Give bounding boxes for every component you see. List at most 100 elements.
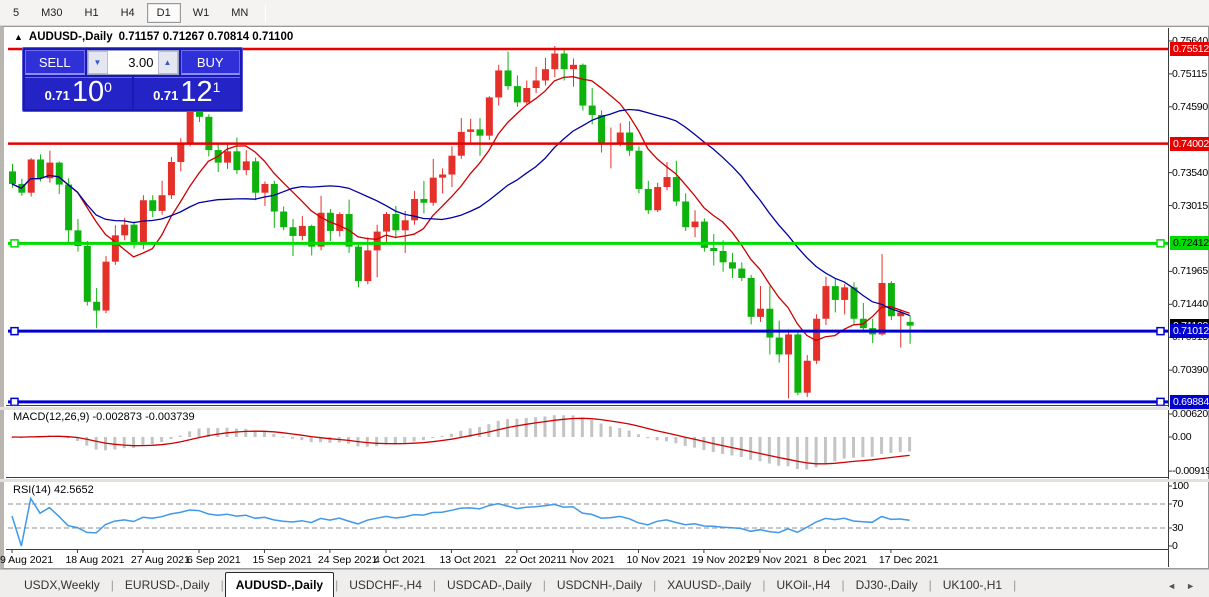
candle-body [589, 106, 596, 115]
tab-separator: | [220, 574, 225, 597]
macd-histogram-bar [880, 437, 883, 454]
candle-body [177, 144, 184, 162]
sell-price-box[interactable]: 0.71 10 0 [25, 77, 132, 109]
rsi-scale-label: 0 [1172, 540, 1178, 552]
candle-body [486, 97, 493, 135]
candle-body [261, 184, 268, 193]
candle-body [383, 214, 390, 232]
macd-histogram-bar [796, 437, 799, 469]
macd-histogram-bar [263, 432, 266, 437]
tab-separator: | [1012, 574, 1017, 597]
macd-histogram-bar [562, 415, 565, 437]
macd-histogram-bar [590, 420, 593, 437]
sell-button[interactable]: SELL [25, 50, 85, 75]
macd-histogram-bar [525, 418, 528, 437]
chart-tab-usdchf[interactable]: USDCHF-,H4 [339, 574, 432, 597]
candle-body [804, 361, 811, 393]
candle-body [720, 251, 727, 262]
macd-histogram-bar [515, 419, 518, 437]
candle-body [355, 247, 362, 281]
macd-signal-line [12, 418, 910, 464]
macd-histogram-bar [328, 437, 331, 443]
line-drag-handle[interactable] [11, 328, 18, 335]
level-price-badge: 0.69884 [1170, 395, 1209, 409]
chart-tab-usdcnh[interactable]: USDCNH-,Daily [547, 574, 652, 597]
line-drag-handle[interactable] [1157, 240, 1164, 247]
candle-body [579, 65, 586, 106]
chart-tab-usdcad[interactable]: USDCAD-,Daily [437, 574, 542, 597]
candle-body [477, 129, 484, 135]
chart-tab-uk100[interactable]: UK100-,H1 [933, 574, 1012, 597]
sell-price-prefix: 0.71 [45, 88, 70, 103]
date-tick-label: 29 Nov 2021 [748, 554, 808, 566]
buy-price-point: 1 [213, 79, 221, 95]
macd-scale-label: 0.006201 [1172, 408, 1209, 420]
candle-body [84, 246, 91, 302]
macd-histogram-bar [553, 415, 556, 437]
lot-size-input[interactable] [108, 51, 158, 74]
macd-histogram-bar [459, 431, 462, 437]
macd-histogram-bar [787, 437, 790, 466]
line-drag-handle[interactable] [1157, 328, 1164, 335]
macd-histogram-bar [833, 437, 836, 461]
candle-body [851, 287, 858, 318]
candle-body [729, 262, 736, 268]
macd-histogram-bar [235, 429, 238, 437]
chart-tab-dj30[interactable]: DJ30-,Daily [846, 574, 928, 597]
date-tick-label: 9 Aug 2021 [0, 554, 53, 566]
macd-histogram-bar [889, 437, 892, 453]
candle-body [682, 201, 689, 227]
macd-histogram-bar [730, 437, 733, 455]
macd-histogram-bar [609, 426, 612, 437]
candle-body [495, 70, 502, 97]
buy-price-box[interactable]: 0.71 12 1 [134, 77, 241, 109]
macd-histogram-bar [478, 427, 481, 437]
candle-body [626, 133, 633, 151]
macd-histogram-bar [815, 437, 818, 467]
date-tick-label: 18 Aug 2021 [65, 554, 124, 566]
macd-histogram-bar [403, 437, 406, 443]
candle-body [28, 159, 35, 192]
line-drag-handle[interactable] [1157, 398, 1164, 405]
chart-tab-audusd[interactable]: AUDUSD-,Daily [225, 572, 334, 597]
tabs-scroll-left-icon[interactable]: ◄ [1167, 581, 1176, 591]
macd-histogram-bar [684, 437, 687, 446]
candle-body [112, 235, 119, 261]
macd-histogram-bar [300, 437, 303, 440]
macd-histogram-bar [861, 437, 864, 457]
line-drag-handle[interactable] [11, 240, 18, 247]
macd-histogram-bar [487, 424, 490, 437]
lot-increase-button[interactable]: ▲ [158, 51, 178, 74]
macd-histogram-bar [413, 437, 416, 441]
buy-button[interactable]: BUY [181, 50, 241, 75]
chart-tab-usdx[interactable]: USDX,Weekly [14, 574, 110, 597]
window-splitter[interactable] [0, 407, 1209, 410]
candle-body [224, 151, 231, 162]
chart-title: ▲ AUDUSD-,Daily 0.71157 0.71267 0.70814 … [14, 31, 293, 43]
macd-histogram-bar [824, 437, 827, 464]
tabs-scroll-right-icon[interactable]: ► [1186, 581, 1195, 591]
candle-body [561, 54, 568, 70]
one-click-trading-panel: SELL ▼ ▲ BUY 0.71 10 0 0.71 12 1 [22, 47, 243, 112]
macd-histogram-bar [805, 437, 808, 469]
macd-histogram-bar [534, 417, 537, 437]
candle-body [168, 162, 175, 195]
candle-body [271, 184, 278, 212]
line-drag-handle[interactable] [11, 398, 18, 405]
candle-body [738, 269, 745, 278]
chart-tab-xauusd[interactable]: XAUUSD-,Daily [657, 574, 761, 597]
candle-body [617, 133, 624, 143]
collapse-chart-icon[interactable]: ▲ [14, 32, 23, 42]
candle-body [822, 286, 829, 319]
price-tick-label: 0.73540 [1172, 167, 1209, 179]
window-splitter[interactable] [0, 479, 1209, 482]
macd-histogram-bar [95, 437, 98, 450]
chart-tab-eurusd[interactable]: EURUSD-,Daily [115, 574, 220, 597]
price-tick-label: 0.74590 [1172, 101, 1209, 113]
candle-body [9, 171, 16, 184]
candle-body [233, 151, 240, 170]
lot-decrease-button[interactable]: ▼ [88, 51, 108, 74]
chart-tab-ukoil[interactable]: UKOil-,H4 [766, 574, 840, 597]
macd-histogram-bar [759, 437, 762, 461]
candle-body [149, 200, 156, 211]
